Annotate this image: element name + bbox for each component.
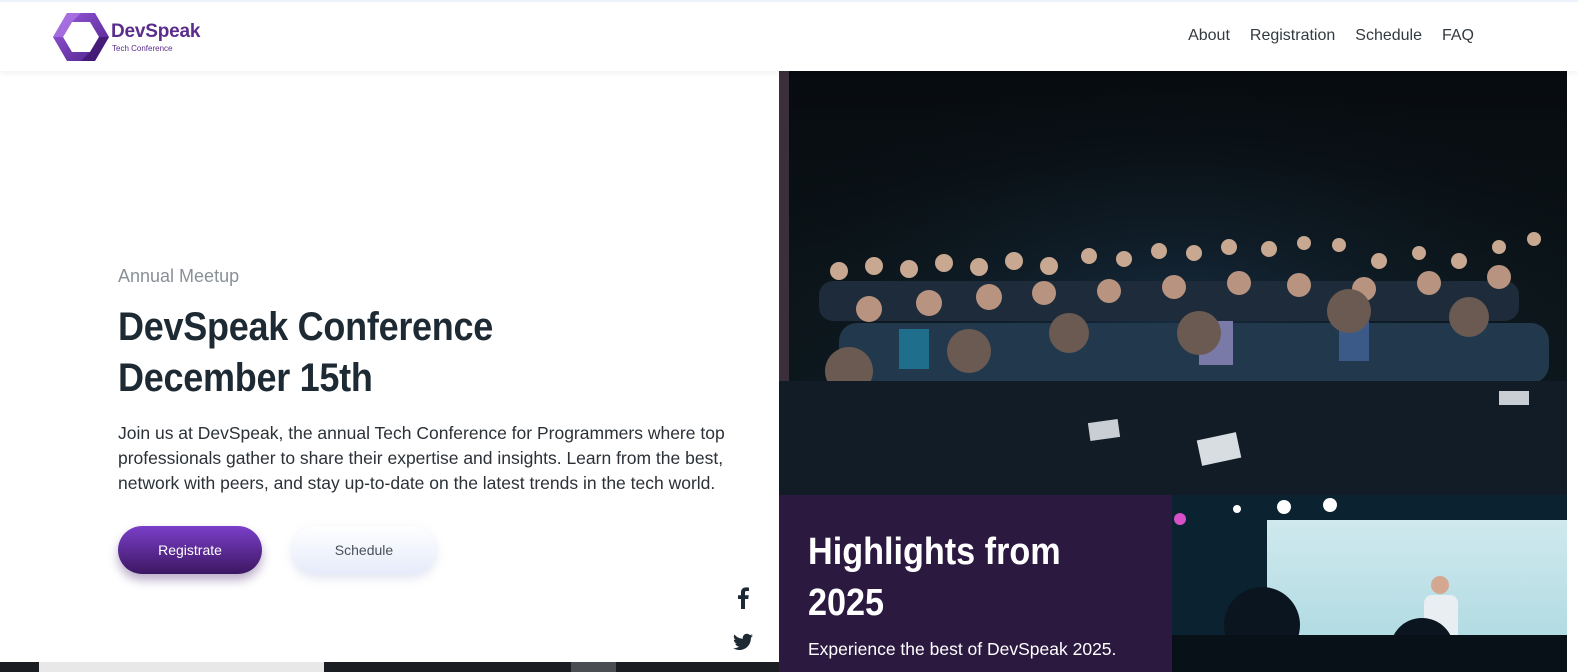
navbar: DevSpeak Tech Conference About Registrat… — [0, 0, 1578, 71]
facebook-icon[interactable] — [736, 587, 750, 609]
audience-illustration — [779, 71, 1567, 495]
hexagon-logo-icon — [53, 13, 109, 61]
main-nav: About Registration Schedule FAQ — [1188, 27, 1474, 45]
hero-title-line2: December 15th — [118, 356, 373, 400]
brand-name: DevSpeak — [111, 20, 201, 42]
landing-page: DevSpeak Tech Conference About Registrat… — [0, 0, 1578, 672]
nav-link-about[interactable]: About — [1188, 27, 1230, 45]
highlights-subtitle: Experience the best of DevSpeak 2025. — [808, 639, 1117, 659]
hero-title-line1: DevSpeak Conference — [118, 305, 494, 349]
nav-link-faq[interactable]: FAQ — [1442, 27, 1474, 45]
highlights-title-line2: 2025 — [808, 582, 885, 624]
brand-logo-link[interactable]: DevSpeak Tech Conference — [53, 11, 200, 63]
nav-link-schedule[interactable]: Schedule — [1355, 27, 1422, 45]
hero-title: DevSpeak Conference December 15th — [118, 302, 622, 404]
bottom-section-preview — [0, 662, 779, 672]
hero-description: Join us at DevSpeak, the annual Tech Con… — [118, 423, 725, 493]
brand-text: DevSpeak Tech Conference — [111, 22, 200, 53]
brand-tagline: Tech Conference — [112, 43, 173, 53]
bottom-preview-light — [39, 662, 324, 672]
schedule-button[interactable]: Schedule — [292, 526, 436, 574]
right-edge-strip — [1567, 71, 1578, 672]
highlights-card: Highlights from 2025 Experience the best… — [779, 495, 1172, 672]
hero-eyebrow: Annual Meetup — [118, 266, 240, 286]
highlights-title: Highlights from 2025 — [808, 527, 1150, 629]
stage-speaker-photo — [1172, 495, 1567, 672]
register-button[interactable]: Registrate — [118, 526, 262, 574]
nav-link-registration[interactable]: Registration — [1250, 27, 1335, 45]
twitter-icon[interactable] — [733, 633, 753, 651]
highlights-title-line1: Highlights from — [808, 531, 1061, 573]
hero-audience-photo — [779, 71, 1567, 495]
stage-illustration — [1172, 495, 1567, 672]
bottom-preview-grey — [571, 662, 616, 672]
